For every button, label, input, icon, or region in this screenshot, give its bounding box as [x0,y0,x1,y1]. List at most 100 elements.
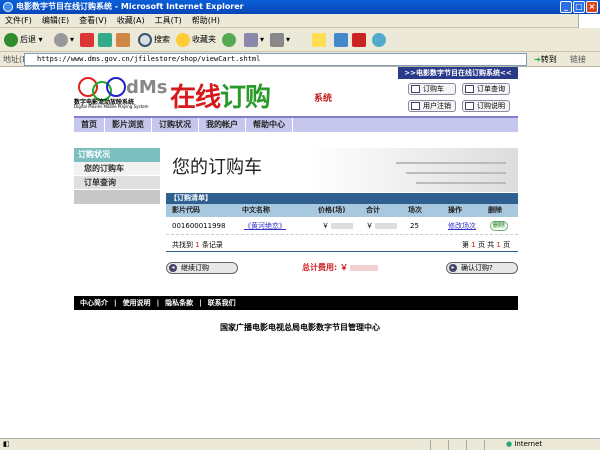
edit-button[interactable] [312,32,328,48]
query-icon [465,85,474,93]
nav-home[interactable]: 首页 [74,118,105,132]
site-title-sys: 系统 [314,94,333,104]
messenger-icon [352,32,366,47]
arrow-icon: ▸ [449,264,457,272]
address-input[interactable]: https://www.dms.gov.cn/jfilestore/shop/v… [24,53,527,66]
footer-links: 中心简介 | 使用说明 | 隐私条款 | 联系我们 [74,296,518,310]
windows-logo [578,14,600,28]
links-button[interactable]: 链接 [570,54,586,65]
globe-icon: ● [506,440,513,448]
ie-icon [3,2,13,12]
menu-help[interactable]: 帮助(H) [187,14,225,27]
col-total: 合计 [366,206,380,214]
nav-browse[interactable]: 影片浏览 [105,118,152,132]
footer-privacy[interactable]: 隐私条款 [159,296,199,310]
row-price: ￥ [322,218,353,235]
mail-button[interactable]: ▾ [244,32,264,48]
col-price: 价格(场) [318,206,346,214]
go-button[interactable]: ➔转到 [534,54,557,65]
main-nav: 首页 影片浏览 订购状况 我的帐户 帮助中心 [74,116,518,132]
print-button[interactable]: ▾ [270,32,290,48]
back-button[interactable]: 后退 ▾ [4,32,43,48]
total-cost: 总计费用: ￥ [302,262,378,273]
back-arrow-icon [4,32,18,47]
forward-arrow-icon [54,32,68,47]
nav-order-status[interactable]: 订购状况 [152,118,199,132]
pagination: 第 1 页 共 1 页 [462,241,511,249]
discuss-icon [334,32,348,47]
maximize-button[interactable]: □ [573,1,585,13]
favorites-button[interactable]: 收藏夹 [176,32,216,48]
discuss-button[interactable] [334,32,350,48]
folder-icon [312,32,326,47]
col-name: 中文名称 [242,206,270,214]
row-name-link[interactable]: 《黄河绝恋》 [244,218,286,235]
stop-button[interactable] [80,32,96,48]
tools-button[interactable] [372,32,388,48]
sidebar-title: 订购状况 [74,148,160,162]
menu-edit[interactable]: 编辑(E) [37,14,74,27]
nav-account[interactable]: 我的帐户 [199,118,246,132]
sidebar: 订购状况 您的订购车 订单查询 [74,148,160,208]
cart-title: 您的订购车 [172,157,262,178]
col-code: 影片代码 [172,206,200,214]
zone-indicator: ● Internet [506,440,543,448]
page-icon: ◧ [3,440,10,448]
modify-sessions-link[interactable]: 修改场次 [448,218,476,235]
cart-icon [411,85,420,93]
delete-button[interactable]: 删除 [490,221,508,231]
refresh-icon [98,32,112,47]
footer-usage[interactable]: 使用说明 [117,296,157,310]
nav-help[interactable]: 帮助中心 [246,118,293,132]
sidebar-item-cart[interactable]: 您的订购车 [74,162,160,176]
home-icon [116,32,130,47]
list-title: 【订购清单】 [166,193,518,204]
menu-favorites[interactable]: 收藏(A) [112,14,150,27]
mail-icon [244,32,258,47]
record-summary: 共找到 1 条记录 第 1 页 共 1 页 [166,238,518,252]
refresh-button[interactable] [98,32,114,48]
search-icon [138,32,152,47]
footer-org: 国家广播电影电视总局电影数字节目管理中心 [220,323,380,332]
menu-bar: 文件(F) 编辑(E) 查看(V) 收藏(A) 工具(T) 帮助(H) [0,14,600,28]
history-button[interactable] [222,32,238,48]
menu-tools[interactable]: 工具(T) [150,14,187,27]
svg-text:dMs: dMs [126,77,168,98]
order-query-button[interactable]: 订单查询 [462,83,510,95]
system-banner: >>电影数字节目在线订购系统<< [398,67,518,79]
search-button[interactable]: 搜索 [138,32,170,48]
minimize-button[interactable]: _ [560,1,572,13]
col-sessions: 场次 [408,206,422,214]
help-icon [465,102,474,110]
row-sessions: 25 [410,222,419,230]
menu-file[interactable]: 文件(F) [0,14,37,27]
home-button[interactable] [116,32,132,48]
history-icon [222,32,236,47]
status-bar: ◧ ● Internet [0,438,600,450]
table-header: 影片代码 中文名称 价格(场) 合计 场次 操作 删除 [166,204,518,217]
footer-about[interactable]: 中心简介 [74,296,114,310]
row-total: ￥ [366,218,397,235]
order-help-button[interactable]: 订购说明 [462,100,510,112]
footer-contact[interactable]: 联系我们 [202,296,242,310]
close-button[interactable]: × [586,1,598,13]
continue-order-button[interactable]: ◂ 继续订购 [166,262,238,274]
window-title: 电影数字节目在线订购系统 - Microsoft Internet Explor… [16,2,244,11]
col-delete: 删除 [488,206,502,214]
dms-logo: dMs 数字电影流动放映系统 Digital Movies Mobile Pla… [74,67,174,112]
logo-caption-en: Digital Movies Mobile Playing System [74,104,149,109]
sidebar-item-order-query[interactable]: 订单查询 [74,176,160,190]
forward-button[interactable]: ▾ [54,32,74,48]
cart-button[interactable]: 订购车 [408,83,456,95]
messenger-button[interactable] [352,32,368,48]
page-content: dMs 数字电影流动放映系统 Digital Movies Mobile Pla… [0,67,600,438]
row-code: 001600011998 [172,222,226,230]
window-title-bar: 电影数字节目在线订购系统 - Microsoft Internet Explor… [0,0,600,14]
star-icon [176,32,190,47]
arrow-icon: ◂ [169,264,177,272]
logout-button[interactable]: 用户注销 [408,100,456,112]
confirm-order-button[interactable]: ▸ 确认订购? [446,262,518,274]
menu-view[interactable]: 查看(V) [74,14,112,27]
address-bar: 地址(D) https://www.dms.gov.cn/jfilestore/… [0,52,600,67]
toolbar: 后退 ▾ ▾ 搜索 收藏夹 ▾ ▾ [0,28,600,52]
